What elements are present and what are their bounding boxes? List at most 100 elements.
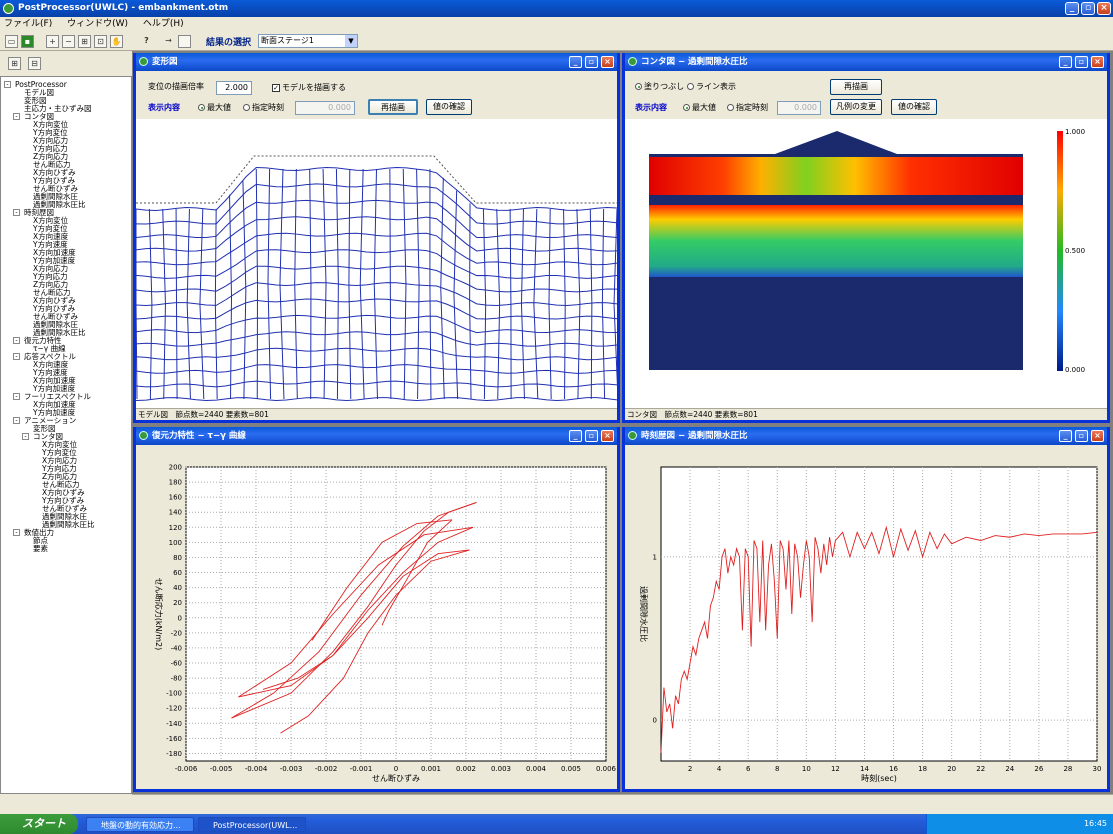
tree-toggle-icon[interactable]: - [13,393,20,400]
radio-line[interactable]: ライン表示 [687,81,736,93]
radio-fill[interactable]: 塗りつぶし [635,81,684,93]
x-tick-label: -0.004 [245,765,268,773]
tree-item[interactable]: 要素 [33,545,48,553]
x-tick-label: 0.001 [421,765,441,773]
check-value-button[interactable]: 値の確認 [426,99,472,115]
expand-tree-icon[interactable]: ⊞ [8,57,21,70]
arrow-icon[interactable]: → [162,35,175,48]
chevron-down-icon[interactable]: ▼ [345,35,357,47]
menu-window[interactable]: ウィンドウ(W) [67,19,128,29]
zoom-fit-icon[interactable]: ⊞ [78,35,91,48]
zoom-in-icon[interactable]: + [46,35,59,48]
maximize-button[interactable]: ▫ [585,430,598,442]
contour-mid-layer [649,205,1023,277]
radio-icon [727,104,734,111]
y-tick-label: 140 [169,509,182,517]
x-tick-label: 0 [394,765,398,773]
close-button[interactable]: × [1091,56,1104,68]
x-tick-label: 14 [860,765,869,773]
contour-top-layer [649,157,1023,195]
minimize-button[interactable]: _ [1059,430,1072,442]
export-icon[interactable]: ▪ [21,35,34,48]
stage-select-value: 断面ステージ1 [261,36,314,45]
window-app-icon [628,57,637,66]
time-history-window: 時刻歴図 − 過剰間隙水圧比 _ ▫ × 2 4 6 8 10 12 14 16 18 20 22 2… [622,427,1110,792]
stage-select[interactable]: 断面ステージ1 ▼ [258,34,358,48]
maximize-button[interactable]: ▫ [1075,430,1088,442]
radio-time-label: 指定時刻 [252,103,284,112]
tree-toggle-icon[interactable]: - [13,113,20,120]
radio-icon [635,83,642,90]
help-icon[interactable]: ? [140,35,153,48]
radio-max[interactable]: 最大値 [683,102,716,114]
maximize-button[interactable]: ▫ [1075,56,1088,68]
minimize-button[interactable]: _ [1065,2,1079,15]
x-tick-label: 0.006 [596,765,617,773]
menu-file[interactable]: ファイル(F) [4,19,52,29]
contour-canvas[interactable]: 1.000 0.500 0.000 [625,119,1107,408]
contour-title-text: コンタ図 − 過剰間隙水圧比 [641,57,748,67]
zoom-out-icon[interactable]: − [62,35,75,48]
redraw-button[interactable]: 再描画 [368,99,418,115]
close-button[interactable]: × [601,430,614,442]
mesh-row [136,380,617,388]
radio-icon [683,104,690,111]
mesh-row [136,199,617,239]
open-icon[interactable]: ▭ [5,35,18,48]
mesh-col [576,208,581,400]
display-label: 表示内容 [635,103,667,112]
mesh-col [175,208,178,400]
hysteresis-chart[interactable]: -0.006 -0.005 -0.004 -0.003 -0.002 -0.001 0 0.0… [136,445,617,789]
close-button[interactable]: × [601,56,614,68]
menu-help[interactable]: ヘルプ(H) [143,19,184,29]
tree-toggle-icon[interactable]: - [13,337,20,344]
x-tick-label: -0.002 [315,765,338,773]
radio-time[interactable]: 指定時刻 [727,102,768,114]
legend-change-button[interactable]: 凡例の変更 [830,99,882,115]
window-app-icon [628,431,637,440]
maximize-button[interactable]: ▫ [1081,2,1095,15]
zoom-window-icon[interactable]: ⊡ [94,35,107,48]
tree-toggle-icon[interactable]: - [22,433,29,440]
time-input[interactable]: 0.000 [295,101,355,115]
radio-time[interactable]: 指定時刻 [243,102,284,114]
start-button[interactable]: スタート [0,814,78,834]
minimize-button[interactable]: _ [1059,56,1072,68]
radio-max[interactable]: 最大値 [198,102,231,114]
contour-window: コンタ図 − 過剰間隙水圧比 _ ▫ × 塗りつぶし ライン表示 再描画 表示内… [622,53,1110,423]
radio-line-label: ライン表示 [696,82,736,91]
close-button[interactable]: × [1097,2,1111,15]
minimize-button[interactable]: _ [569,56,582,68]
contour-embankment [775,131,897,154]
time-input[interactable]: 0.000 [777,101,821,115]
tree-toggle-icon[interactable]: - [13,417,20,424]
model-checkbox[interactable]: ✓ モデルを描画する [272,82,346,94]
minimize-button[interactable]: _ [569,430,582,442]
mesh-col [359,168,365,400]
close-button[interactable]: × [1091,430,1104,442]
y-tick-label: 80 [173,554,182,562]
pan-hand-icon[interactable]: ✋ [110,35,123,48]
tree-toggle-icon[interactable]: - [13,353,20,360]
x-tick-label: 22 [976,765,985,773]
deform-canvas[interactable] [136,119,617,408]
scale-input[interactable]: 2.000 [216,81,252,95]
time-history-chart[interactable]: 2 4 6 8 10 12 14 16 18 20 22 24 26 28 3010時刻(sec)過剰間隙水… [625,445,1107,789]
window-icon[interactable] [178,35,191,48]
collapse-tree-icon[interactable]: ⊟ [28,57,41,70]
tree-toggle-icon[interactable]: - [13,529,20,536]
redraw-button[interactable]: 再描画 [830,79,882,95]
x-tick-label: 18 [918,765,927,773]
mesh-col [389,168,392,400]
maximize-button[interactable]: ▫ [585,56,598,68]
check-value-button[interactable]: 値の確認 [891,99,937,115]
y-tick-label: 60 [173,569,182,577]
y-tick-label: 160 [169,494,182,502]
tree-toggle-icon[interactable]: - [13,209,20,216]
radio-icon [198,104,205,111]
taskbar-item-document[interactable]: 地盤の動的有効応力... [86,817,194,832]
tree-toggle-icon[interactable]: - [4,81,11,88]
deform-window-title: 変形図 _ ▫ × [136,53,617,71]
taskbar-item-postprocessor[interactable]: PostProcessor(UWL... [198,817,306,832]
toolbar: ▭ ▪ + − ⊞ ⊡ ✋ ? → [0,32,1113,51]
